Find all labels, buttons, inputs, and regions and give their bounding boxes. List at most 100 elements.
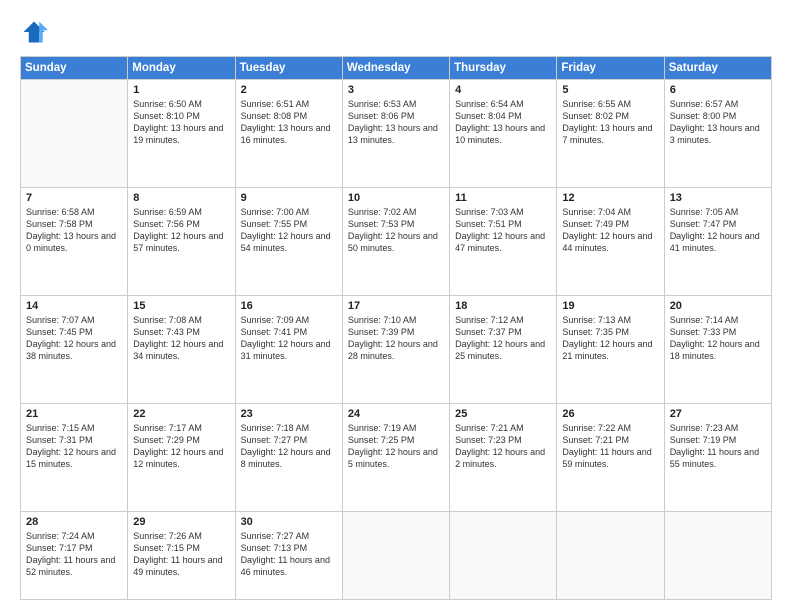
- day-number: 30: [241, 516, 337, 528]
- day-number: 23: [241, 408, 337, 420]
- weekday-header-saturday: Saturday: [664, 57, 771, 80]
- day-number: 19: [562, 300, 658, 312]
- calendar-cell-3-6: 19 Sunrise: 7:13 AM Sunset: 7:35 PM Dayli…: [557, 295, 664, 403]
- calendar-cell-5-3: 30 Sunrise: 7:27 AM Sunset: 7:13 PM Dayli…: [235, 511, 342, 599]
- weekday-header-sunday: Sunday: [21, 57, 128, 80]
- day-info: Sunrise: 7:24 AM Sunset: 7:17 PM Dayligh…: [26, 530, 122, 579]
- calendar-cell-1-2: 1 Sunrise: 6:50 AM Sunset: 8:10 PM Daylig…: [128, 80, 235, 188]
- week-row-5: 28 Sunrise: 7:24 AM Sunset: 7:17 PM Dayli…: [21, 511, 772, 599]
- calendar-cell-1-3: 2Sunrise: 6:51 AM Sunset: 8:08 PM Daylig…: [235, 80, 342, 188]
- calendar-cell-2-7: 13Sunrise: 7:05 AM Sunset: 7:47 PM Dayli…: [664, 187, 771, 295]
- calendar-cell-5-1: 28 Sunrise: 7:24 AM Sunset: 7:17 PM Dayli…: [21, 511, 128, 599]
- day-number: 29: [133, 516, 229, 528]
- day-number: 6: [670, 84, 766, 96]
- day-number: 22: [133, 408, 229, 420]
- day-info: Sunrise: 6:59 AM Sunset: 7:56 PM Dayligh…: [133, 206, 229, 255]
- day-info: Sunrise: 6:51 AM Sunset: 8:08 PM Dayligh…: [241, 98, 337, 147]
- calendar-cell-4-2: 22 Sunrise: 7:17 AM Sunset: 7:29 PM Dayli…: [128, 403, 235, 511]
- day-number: 21: [26, 408, 122, 420]
- day-info: Sunrise: 7:02 AM Sunset: 7:53 PM Dayligh…: [348, 206, 444, 255]
- day-number: 17: [348, 300, 444, 312]
- day-number: 24: [348, 408, 444, 420]
- calendar-cell-1-4: 3 Sunrise: 6:53 AM Sunset: 8:06 PM Daylig…: [342, 80, 449, 188]
- calendar-cell-4-1: 21Sunrise: 7:15 AM Sunset: 7:31 PM Dayli…: [21, 403, 128, 511]
- calendar-cell-3-4: 17 Sunrise: 7:10 AM Sunset: 7:39 PM Dayli…: [342, 295, 449, 403]
- calendar-cell-2-2: 8 Sunrise: 6:59 AM Sunset: 7:56 PM Daylig…: [128, 187, 235, 295]
- day-info: Sunrise: 7:19 AM Sunset: 7:25 PM Dayligh…: [348, 422, 444, 471]
- day-info: Sunrise: 7:18 AM Sunset: 7:27 PM Dayligh…: [241, 422, 337, 471]
- calendar-cell-4-4: 24 Sunrise: 7:19 AM Sunset: 7:25 PM Dayli…: [342, 403, 449, 511]
- day-number: 13: [670, 192, 766, 204]
- day-number: 28: [26, 516, 122, 528]
- day-info: Sunrise: 7:23 AM Sunset: 7:19 PM Dayligh…: [670, 422, 766, 471]
- calendar-cell-1-5: 4Sunrise: 6:54 AM Sunset: 8:04 PM Daylig…: [450, 80, 557, 188]
- day-number: 11: [455, 192, 551, 204]
- day-number: 15: [133, 300, 229, 312]
- day-number: 9: [241, 192, 337, 204]
- day-info: Sunrise: 7:22 AM Sunset: 7:21 PM Dayligh…: [562, 422, 658, 471]
- week-row-2: 7Sunrise: 6:58 AM Sunset: 7:58 PM Daylig…: [21, 187, 772, 295]
- day-info: Sunrise: 6:58 AM Sunset: 7:58 PM Dayligh…: [26, 206, 122, 255]
- day-info: Sunrise: 7:07 AM Sunset: 7:45 PM Dayligh…: [26, 314, 122, 363]
- day-number: 1: [133, 84, 229, 96]
- calendar-cell-1-7: 6Sunrise: 6:57 AM Sunset: 8:00 PM Daylig…: [664, 80, 771, 188]
- day-info: Sunrise: 7:26 AM Sunset: 7:15 PM Dayligh…: [133, 530, 229, 579]
- weekday-header-row: SundayMondayTuesdayWednesdayThursdayFrid…: [21, 57, 772, 80]
- day-number: 10: [348, 192, 444, 204]
- calendar-cell-1-1: [21, 80, 128, 188]
- header: [20, 18, 772, 46]
- day-info: Sunrise: 7:27 AM Sunset: 7:13 PM Dayligh…: [241, 530, 337, 579]
- day-info: Sunrise: 7:09 AM Sunset: 7:41 PM Dayligh…: [241, 314, 337, 363]
- weekday-header-thursday: Thursday: [450, 57, 557, 80]
- day-info: Sunrise: 7:13 AM Sunset: 7:35 PM Dayligh…: [562, 314, 658, 363]
- page: SundayMondayTuesdayWednesdayThursdayFrid…: [0, 0, 792, 612]
- day-number: 20: [670, 300, 766, 312]
- calendar-cell-5-4: [342, 511, 449, 599]
- calendar-cell-3-1: 14 Sunrise: 7:07 AM Sunset: 7:45 PM Dayli…: [21, 295, 128, 403]
- day-number: 8: [133, 192, 229, 204]
- day-number: 4: [455, 84, 551, 96]
- calendar-cell-3-7: 20Sunrise: 7:14 AM Sunset: 7:33 PM Dayli…: [664, 295, 771, 403]
- calendar-cell-2-5: 11 Sunrise: 7:03 AM Sunset: 7:51 PM Dayli…: [450, 187, 557, 295]
- week-row-1: 1 Sunrise: 6:50 AM Sunset: 8:10 PM Daylig…: [21, 80, 772, 188]
- day-number: 18: [455, 300, 551, 312]
- day-info: Sunrise: 6:50 AM Sunset: 8:10 PM Dayligh…: [133, 98, 229, 147]
- week-row-3: 14 Sunrise: 7:07 AM Sunset: 7:45 PM Dayli…: [21, 295, 772, 403]
- calendar-cell-3-2: 15 Sunrise: 7:08 AM Sunset: 7:43 PM Dayli…: [128, 295, 235, 403]
- day-info: Sunrise: 6:53 AM Sunset: 8:06 PM Dayligh…: [348, 98, 444, 147]
- calendar-cell-5-6: [557, 511, 664, 599]
- weekday-header-friday: Friday: [557, 57, 664, 80]
- day-info: Sunrise: 7:03 AM Sunset: 7:51 PM Dayligh…: [455, 206, 551, 255]
- calendar-cell-5-2: 29 Sunrise: 7:26 AM Sunset: 7:15 PM Dayli…: [128, 511, 235, 599]
- day-info: Sunrise: 7:08 AM Sunset: 7:43 PM Dayligh…: [133, 314, 229, 363]
- calendar-cell-4-3: 23 Sunrise: 7:18 AM Sunset: 7:27 PM Dayli…: [235, 403, 342, 511]
- day-info: Sunrise: 6:55 AM Sunset: 8:02 PM Dayligh…: [562, 98, 658, 147]
- calendar-table: SundayMondayTuesdayWednesdayThursdayFrid…: [20, 56, 772, 600]
- day-number: 26: [562, 408, 658, 420]
- calendar-cell-2-1: 7Sunrise: 6:58 AM Sunset: 7:58 PM Daylig…: [21, 187, 128, 295]
- calendar-cell-4-6: 26 Sunrise: 7:22 AM Sunset: 7:21 PM Dayli…: [557, 403, 664, 511]
- day-number: 16: [241, 300, 337, 312]
- day-info: Sunrise: 7:00 AM Sunset: 7:55 PM Dayligh…: [241, 206, 337, 255]
- day-number: 25: [455, 408, 551, 420]
- day-info: Sunrise: 7:17 AM Sunset: 7:29 PM Dayligh…: [133, 422, 229, 471]
- logo: [20, 18, 52, 46]
- logo-icon: [20, 18, 48, 46]
- day-info: Sunrise: 7:12 AM Sunset: 7:37 PM Dayligh…: [455, 314, 551, 363]
- calendar-cell-4-7: 27Sunrise: 7:23 AM Sunset: 7:19 PM Dayli…: [664, 403, 771, 511]
- calendar-cell-3-5: 18 Sunrise: 7:12 AM Sunset: 7:37 PM Dayli…: [450, 295, 557, 403]
- weekday-header-tuesday: Tuesday: [235, 57, 342, 80]
- day-number: 3: [348, 84, 444, 96]
- calendar-cell-2-4: 10 Sunrise: 7:02 AM Sunset: 7:53 PM Dayli…: [342, 187, 449, 295]
- day-number: 12: [562, 192, 658, 204]
- calendar-cell-2-3: 9 Sunrise: 7:00 AM Sunset: 7:55 PM Daylig…: [235, 187, 342, 295]
- week-row-4: 21Sunrise: 7:15 AM Sunset: 7:31 PM Dayli…: [21, 403, 772, 511]
- calendar-cell-3-3: 16 Sunrise: 7:09 AM Sunset: 7:41 PM Dayli…: [235, 295, 342, 403]
- calendar-cell-5-7: [664, 511, 771, 599]
- day-info: Sunrise: 7:21 AM Sunset: 7:23 PM Dayligh…: [455, 422, 551, 471]
- day-number: 5: [562, 84, 658, 96]
- calendar-cell-1-6: 5 Sunrise: 6:55 AM Sunset: 8:02 PM Daylig…: [557, 80, 664, 188]
- weekday-header-monday: Monday: [128, 57, 235, 80]
- day-number: 14: [26, 300, 122, 312]
- day-info: Sunrise: 7:10 AM Sunset: 7:39 PM Dayligh…: [348, 314, 444, 363]
